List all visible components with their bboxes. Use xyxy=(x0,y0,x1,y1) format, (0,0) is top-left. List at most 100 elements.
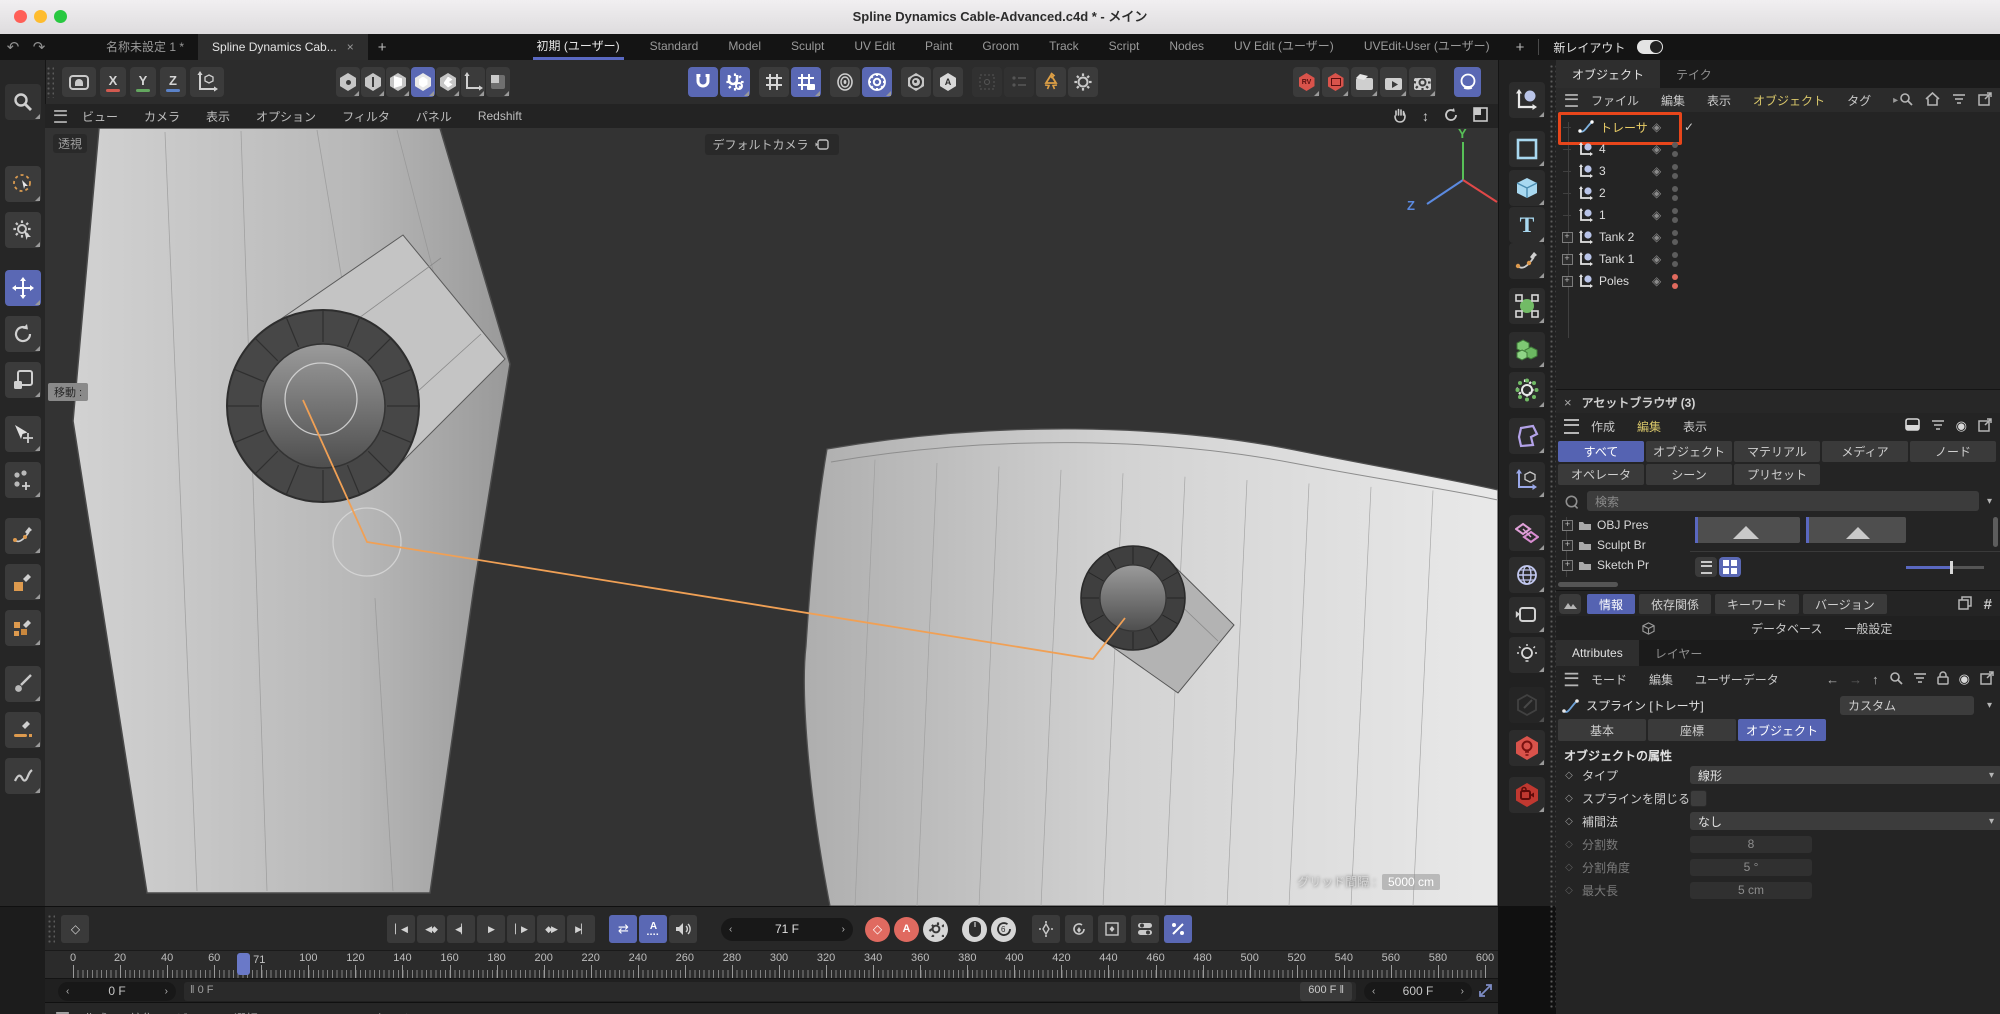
line-spline-tool[interactable] xyxy=(5,712,41,748)
multi-move-tool[interactable] xyxy=(5,462,41,498)
object-row[interactable]: 3◈ xyxy=(1556,160,2000,182)
visibility-dots[interactable] xyxy=(1672,274,1678,289)
expand-icon[interactable]: + xyxy=(1562,254,1573,265)
key-rotation-button[interactable] xyxy=(1065,915,1093,943)
object-row[interactable]: トレーサ◈✓ xyxy=(1556,116,2000,138)
v-scrollbar[interactable] xyxy=(1993,517,1998,547)
edges-mode[interactable] xyxy=(361,67,385,97)
zoom-window-button[interactable] xyxy=(54,10,67,23)
frame-minus-icon[interactable]: ‹ xyxy=(729,924,732,935)
snap-toggle[interactable] xyxy=(688,67,718,97)
next-key-button[interactable]: ◆▶ xyxy=(537,915,565,943)
close-icon[interactable]: × xyxy=(1564,395,1572,410)
asset-thumbnail[interactable] xyxy=(1695,517,1800,543)
expand-icon[interactable]: + xyxy=(1562,232,1573,243)
prev-frame-button[interactable]: ◀▏ xyxy=(447,915,475,943)
loop-toggle[interactable]: ⇄ xyxy=(609,915,637,943)
attr-filter-icon[interactable] xyxy=(1913,672,1927,687)
attr-section-tab-オブジェクト[interactable]: オブジェクト xyxy=(1738,719,1826,741)
object-row[interactable]: +Poles◈ xyxy=(1556,270,2000,292)
layout-tab[interactable]: Script xyxy=(1109,34,1140,60)
ab-filter-オペレータ[interactable]: オペレータ xyxy=(1558,464,1644,485)
material-button[interactable] xyxy=(1509,687,1545,723)
object-name[interactable]: 3 xyxy=(1599,164,1606,178)
layer-icon[interactable]: ◈ xyxy=(1652,208,1661,222)
live-selection-tool[interactable] xyxy=(5,166,41,202)
visibility-dots[interactable] xyxy=(1672,208,1678,223)
generator-button[interactable] xyxy=(1509,372,1545,408)
render-view[interactable] xyxy=(1351,67,1378,97)
disabled-list[interactable] xyxy=(1004,67,1034,97)
ab-filter-マテリアル[interactable]: マテリアル xyxy=(1734,441,1820,462)
key-diamond-icon[interactable]: ◇ xyxy=(1562,885,1576,896)
solo-toggle[interactable] xyxy=(901,67,931,97)
toolbar-grip[interactable] xyxy=(46,66,54,98)
cube-primitive-button[interactable] xyxy=(1509,170,1545,206)
viewport-menu-フィルタ[interactable]: フィルタ xyxy=(342,108,390,125)
key-diamond-icon[interactable]: ◇ xyxy=(1562,839,1576,850)
material-menu-ビュー[interactable]: ビュー xyxy=(176,1010,212,1014)
disabled-select[interactable] xyxy=(972,67,1002,97)
ab-menu-icon[interactable] xyxy=(1564,419,1579,434)
key-diamond-icon[interactable]: ◇ xyxy=(1562,816,1576,827)
hash-icon[interactable]: # xyxy=(1984,596,1992,613)
object-row[interactable]: 2◈ xyxy=(1556,182,2000,204)
axis-mode[interactable] xyxy=(461,67,485,97)
zoom-tool[interactable] xyxy=(5,84,41,120)
chevron-down-icon[interactable]: ▾ xyxy=(1987,496,1992,507)
autokey-hex[interactable]: A xyxy=(933,67,963,97)
om-overflow-icon[interactable]: ▸ xyxy=(1893,95,1898,106)
layout-tab[interactable]: Model xyxy=(728,34,761,60)
document-tab[interactable]: Spline Dynamics Cab...× xyxy=(198,34,368,60)
object-name[interactable]: トレーサ xyxy=(1600,119,1648,136)
undo-bucket-icon[interactable] xyxy=(62,67,96,97)
close-window-button[interactable] xyxy=(14,10,27,23)
snap-settings[interactable] xyxy=(720,67,750,97)
rotate-tool[interactable] xyxy=(5,316,41,352)
info-tab-情報[interactable]: 情報 xyxy=(1587,594,1635,614)
enabled-check-icon[interactable]: ✓ xyxy=(1684,120,1694,134)
range-start-grip[interactable]: ‖ 0 F xyxy=(190,984,214,996)
ab-target-icon[interactable]: ◉ xyxy=(1956,418,1967,434)
material-menu-選択[interactable]: 選択 xyxy=(234,1010,258,1014)
attr-menu-モード[interactable]: モード xyxy=(1591,671,1627,688)
attr-checkbox-スプラインを閉じる[interactable] xyxy=(1690,790,1707,807)
timeline-grip[interactable] xyxy=(47,914,55,944)
tweak-tool[interactable] xyxy=(5,212,41,248)
key-scale-button[interactable] xyxy=(1098,915,1126,943)
workplane-settings[interactable] xyxy=(862,67,892,97)
material-menu-テクスチャ[interactable]: テクスチャ xyxy=(362,1010,422,1014)
add-layout-button[interactable]: + xyxy=(1516,39,1525,56)
om-tab-テイク[interactable]: テイク xyxy=(1660,60,1728,88)
axis-lock-z[interactable]: Z xyxy=(160,67,186,97)
camera-button[interactable] xyxy=(1509,597,1545,633)
visibility-dots[interactable] xyxy=(1672,252,1678,267)
copy-icon[interactable] xyxy=(1958,596,1972,613)
rs-camera-button[interactable] xyxy=(1509,777,1545,813)
key-diamond-icon[interactable]: ◇ xyxy=(1562,770,1576,781)
om-home-icon[interactable] xyxy=(1925,92,1940,109)
grid-toggle[interactable] xyxy=(759,67,789,97)
range-end-field[interactable]: ‹600 F› xyxy=(1364,982,1472,1001)
object-row[interactable]: 4◈ xyxy=(1556,138,2000,160)
folder-name[interactable]: Sketch Pr xyxy=(1597,558,1649,572)
autokey-track-toggle[interactable]: A▪▪▪▪ xyxy=(639,915,667,943)
material-menu-作成[interactable]: 作成 xyxy=(84,1010,108,1014)
object-row[interactable]: 1◈ xyxy=(1556,204,2000,226)
visibility-dots[interactable] xyxy=(1672,186,1678,201)
brush-tool[interactable] xyxy=(5,666,41,702)
ab-menu-表示[interactable]: 表示 xyxy=(1683,418,1707,435)
om-filter-icon[interactable] xyxy=(1952,93,1966,108)
attr-dropdown-タイプ[interactable]: 線形▾ xyxy=(1690,766,2000,784)
model-mode[interactable] xyxy=(411,67,435,97)
search-input[interactable]: 検索 xyxy=(1587,491,1979,511)
layout-toggle[interactable] xyxy=(1637,40,1663,54)
expand-icon[interactable]: + xyxy=(1562,540,1573,551)
range-start-field[interactable]: ‹0 F› xyxy=(58,982,176,1001)
preset-dropdown[interactable]: カスタム xyxy=(1840,696,1974,715)
keying-settings-button[interactable] xyxy=(923,917,948,942)
history-back-icon[interactable]: ← xyxy=(1826,672,1839,687)
key-diamond-icon[interactable]: ◇ xyxy=(1562,793,1576,804)
layout-tab[interactable]: UV Edit xyxy=(854,34,895,60)
timeline-ruler[interactable]: 0204060100120140160180200220240260280300… xyxy=(45,950,1498,979)
